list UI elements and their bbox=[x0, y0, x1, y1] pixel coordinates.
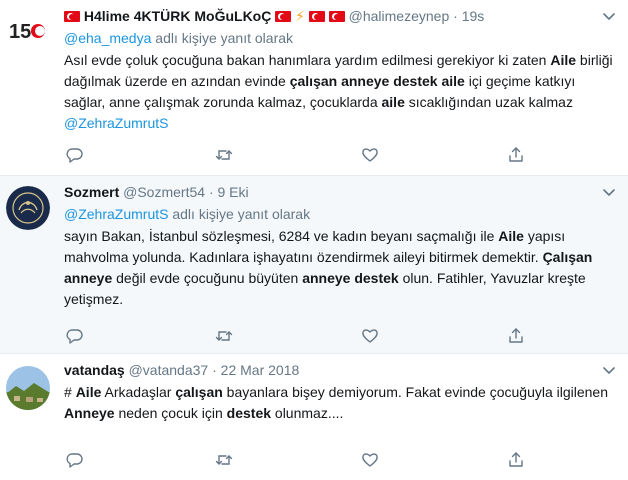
tweet-actions bbox=[64, 145, 534, 165]
display-name[interactable]: vatandaş bbox=[64, 362, 125, 378]
retweet-icon[interactable] bbox=[214, 326, 234, 346]
user-handle[interactable]: @vatanda37 bbox=[129, 362, 209, 378]
svg-text:15: 15 bbox=[9, 21, 31, 43]
avatar[interactable] bbox=[6, 186, 50, 230]
chevron-down-icon[interactable] bbox=[602, 186, 616, 200]
chevron-down-icon[interactable] bbox=[602, 10, 616, 24]
reply-icon[interactable] bbox=[64, 450, 84, 470]
tweet-actions bbox=[64, 450, 534, 470]
separator: · bbox=[212, 362, 217, 378]
tweet-text: # Aile Arkadaşlar çalışan bayanlara bişe… bbox=[64, 384, 609, 421]
display-name[interactable]: Sozmert bbox=[64, 184, 119, 200]
lightning-icon: ⚡ bbox=[295, 8, 305, 24]
flag-icon bbox=[275, 11, 292, 22]
highlighted-keyword: Aile bbox=[75, 384, 102, 400]
heart-icon[interactable] bbox=[360, 145, 380, 165]
timestamp[interactable]: 9 Eki bbox=[218, 184, 249, 200]
share-icon[interactable] bbox=[506, 145, 526, 165]
timestamp[interactable]: 19s bbox=[462, 8, 485, 24]
tweet[interactable]: Sozmert @Sozmert54 · 9 Eki @ZehraZumrutS… bbox=[0, 176, 628, 354]
highlighted-keyword: Aile bbox=[498, 228, 524, 244]
tweet[interactable]: 15 H4lime 4KTÜRK MoĞuLKoÇ ⚡ @halimezeyne… bbox=[0, 0, 628, 176]
flag-icon bbox=[328, 11, 345, 22]
reply-icon[interactable] bbox=[64, 145, 84, 165]
reply-context: @ZehraZumrutS adlı kişiye yanıt olarak bbox=[64, 204, 616, 224]
separator: · bbox=[208, 184, 214, 200]
highlighted-keyword: aile bbox=[381, 94, 405, 110]
retweet-icon[interactable] bbox=[214, 145, 234, 165]
tweet-feed: 15 H4lime 4KTÜRK MoĞuLKoÇ ⚡ @halimezeyne… bbox=[0, 0, 628, 480]
reply-icon[interactable] bbox=[64, 326, 84, 346]
reply-context-label: adlı kişiye yanıt olarak bbox=[151, 30, 294, 46]
heart-icon[interactable] bbox=[360, 326, 380, 346]
highlighted-keyword: Anneye bbox=[64, 405, 115, 421]
highlighted-keyword: çalışan bbox=[175, 384, 223, 400]
highlighted-keyword: Aile bbox=[550, 52, 577, 68]
separator: · bbox=[453, 8, 458, 24]
heart-icon[interactable] bbox=[360, 450, 380, 470]
tweet-actions bbox=[64, 326, 534, 346]
tweet-text: Asıl evde çoluk çocuğuna bakan hanımlara… bbox=[64, 52, 613, 131]
tweet[interactable]: vatandaş @vatanda37 · 22 Mar 2018 # Aile… bbox=[0, 354, 628, 480]
retweet-icon[interactable] bbox=[214, 450, 234, 470]
mention-link[interactable]: @ZehraZumrutS bbox=[64, 115, 168, 131]
highlighted-keyword: destek bbox=[226, 405, 272, 421]
reply-mention-link[interactable]: @eha_medya bbox=[64, 30, 151, 46]
chevron-down-icon[interactable] bbox=[602, 364, 616, 378]
flag-icon bbox=[64, 11, 80, 22]
timestamp[interactable]: 22 Mar 2018 bbox=[221, 362, 300, 378]
avatar[interactable]: 15 bbox=[6, 8, 50, 52]
user-handle[interactable]: @halimezeynep bbox=[349, 8, 450, 24]
user-handle[interactable]: @Sozmert54 bbox=[123, 184, 205, 200]
highlighted-keyword: anneye destek bbox=[302, 270, 399, 286]
reply-mention-link[interactable]: @ZehraZumrutS bbox=[64, 206, 168, 222]
share-icon[interactable] bbox=[506, 450, 526, 470]
tweet-text: sayın Bakan, İstanbul sözleşmesi, 6284 v… bbox=[64, 228, 593, 307]
avatar[interactable] bbox=[6, 366, 50, 410]
reply-context-label: adlı kişiye yanıt olarak bbox=[168, 206, 311, 222]
display-name[interactable]: H4lime 4KTÜRK MoĞuLKoÇ bbox=[84, 8, 271, 24]
flag-icon bbox=[308, 11, 325, 22]
share-icon[interactable] bbox=[506, 326, 526, 346]
reply-context: @eha_medya adlı kişiye yanıt olarak bbox=[64, 28, 616, 48]
highlighted-keyword: çalışan anneye destek aile bbox=[289, 73, 465, 89]
